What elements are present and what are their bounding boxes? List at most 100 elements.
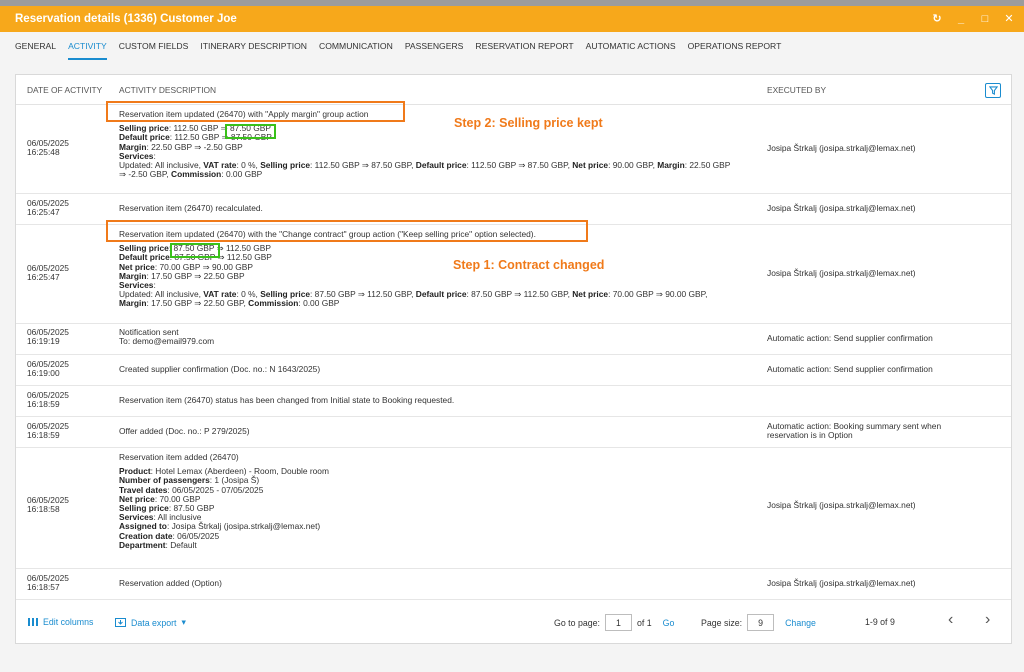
export-icon [115, 618, 126, 627]
activity-time: 16:25:47 [27, 272, 60, 283]
chevron-down-icon: ▾ [181, 617, 186, 627]
page-size-label: Page size: [701, 617, 743, 628]
activity-time: 16:25:47 [27, 207, 60, 218]
maximize-icon[interactable]: □ [980, 13, 990, 25]
executed-by: Automatic action: Send supplier confirma… [767, 364, 933, 374]
data-export-button[interactable]: Data export ▾ [115, 617, 186, 628]
header-executed-by[interactable]: EXECUTED BY [767, 85, 826, 95]
description-line: Margin: 22.50 GBP ⇒ -2.50 GBP [119, 141, 243, 152]
description-line: Reservation added (Option) [119, 578, 222, 588]
tab-general[interactable]: GENERAL [15, 32, 56, 60]
activity-datetime: 06/05/2025 16:25:47 [27, 198, 107, 218]
activity-datetime: 06/05/2025 16:25:47 [27, 263, 107, 283]
go-to-page-label: Go to page: [554, 617, 600, 628]
description-line: Reservation item (26470) status has been… [119, 395, 455, 405]
table-body: 06/05/2025 16:25:48 Reservation item updat… [16, 105, 1011, 600]
activity-description: Reservation item added (26470) Product: H… [119, 452, 759, 550]
executed-by: Josipa Štrkalj (josipa.strkalj@lemax.net… [767, 268, 916, 278]
description-line: Selling price: 87.50 GBP [119, 503, 215, 514]
description-line: Created supplier confirmation (Doc. no.:… [119, 364, 321, 374]
executed-by: Josipa Štrkalj (josipa.strkalj@lemax.net… [767, 500, 916, 510]
activity-time: 16:18:58 [27, 504, 60, 515]
activity-datetime: 06/05/2025 16:19:00 [27, 359, 107, 379]
table-row[interactable]: 06/05/2025 16:18:59 Offer added (Doc. no.:… [16, 417, 1011, 448]
executed-by: Automatic action: Booking summary sent w… [767, 421, 942, 441]
activity-datetime: 06/05/2025 16:18:57 [27, 573, 107, 593]
activity-datetime: 06/05/2025 16:25:48 [27, 138, 107, 158]
tab-custom-fields[interactable]: CUSTOM FIELDS [119, 32, 189, 60]
description-line: Department: Default [119, 539, 197, 550]
tab-activity[interactable]: ACTIVITY [68, 32, 107, 60]
filter-button[interactable] [985, 83, 1001, 98]
tab-operations-report[interactable]: OPERATIONS REPORT [688, 32, 782, 60]
edit-columns-button[interactable]: Edit columns [28, 617, 93, 627]
table-footer: Edit columns Data export ▾ Go to page: 1… [16, 605, 1011, 643]
edit-columns-label: Edit columns [43, 617, 94, 627]
header-date[interactable]: DATE OF ACTIVITY [27, 85, 102, 95]
minimize-icon[interactable]: _ [956, 13, 966, 25]
tab-passengers[interactable]: PASSENGERS [405, 32, 464, 60]
description-line: To: demo@email979.com [119, 336, 215, 347]
description-line: ⇒ -2.50 GBP, Commission: 0.00 GBP [119, 169, 263, 180]
description-line: Offer added (Doc. no.: P 279/2025) [119, 426, 250, 436]
description-line: Creation date: 06/05/2025 [119, 530, 220, 541]
activity-description: Created supplier confirmation (Doc. no.:… [119, 364, 759, 374]
activity-time: 16:18:59 [27, 430, 60, 441]
activity-time: 16:19:19 [27, 336, 60, 347]
executed-by: Automatic action: Send supplier confirma… [767, 333, 933, 343]
change-button[interactable]: Change [785, 618, 816, 628]
data-export-label: Data export [131, 617, 177, 628]
page-size-input[interactable]: 9 [747, 614, 775, 631]
table-row[interactable]: 06/05/2025 16:18:57 Reservation added (Opt… [16, 569, 1011, 600]
annotation-box-step2 [106, 101, 405, 122]
tab-bar: GENERAL ACTIVITY CUSTOM FIELDS ITINERARY… [0, 32, 1024, 60]
table-row[interactable]: 06/05/2025 16:18:59 Reservation item (2647… [16, 386, 1011, 417]
tab-communication[interactable]: COMMUNICATION [319, 32, 393, 60]
executed-by: Josipa Štrkalj (josipa.strkalj@lemax.net… [767, 578, 916, 588]
highlight-box-selling-price-old [170, 243, 220, 258]
description-line: Travel dates: 06/05/2025 - 07/05/2025 [119, 484, 264, 495]
description-line: Margin: 17.50 GBP ⇒ 22.50 GBP [119, 270, 245, 281]
description-line: Reservation item added (26470) [119, 452, 239, 462]
activity-description: Reservation item (26470) status has been… [119, 395, 759, 405]
chevron-right-icon[interactable]: › [985, 611, 990, 629]
page-range: 1-9 of 9 [865, 617, 895, 627]
table-row[interactable]: 06/05/2025 16:18:58 Reservation item added… [16, 448, 1011, 569]
annotation-step2-label: Step 2: Selling price kept [454, 116, 603, 130]
activity-description: Offer added (Doc. no.: P 279/2025) [119, 426, 759, 436]
activity-time: 16:25:48 [27, 147, 60, 158]
annotation-step1-label: Step 1: Contract changed [453, 258, 605, 272]
close-icon[interactable]: ✕ [1004, 13, 1014, 25]
activity-datetime: 06/05/2025 16:18:59 [27, 390, 107, 410]
activity-time: 16:18:57 [27, 582, 60, 593]
table-row[interactable]: 06/05/2025 16:19:00 Created supplier confi… [16, 355, 1011, 386]
window-title: Reservation details (1336) Customer Joe [15, 13, 237, 25]
header-description[interactable]: ACTIVITY DESCRIPTION [119, 85, 216, 95]
refresh-icon[interactable]: ↻ [932, 13, 942, 25]
tab-reservation-report[interactable]: RESERVATION REPORT [475, 32, 573, 60]
go-button[interactable]: Go [663, 618, 675, 628]
description-line: Notification sent [119, 327, 179, 337]
activity-datetime: 06/05/2025 16:18:58 [27, 495, 107, 515]
go-to-page: Go to page: 1 of 1 Go [554, 614, 674, 631]
filter-icon [988, 86, 998, 95]
activity-description: Notification sent To: demo@email979.com [119, 327, 759, 347]
titlebar: Reservation details (1336) Customer Joe … [0, 6, 1024, 32]
activity-panel: DATE OF ACTIVITY ACTIVITY DESCRIPTION EX… [15, 74, 1012, 644]
chevron-left-icon[interactable]: ‹ [948, 611, 953, 629]
activity-datetime: 06/05/2025 16:18:59 [27, 421, 107, 441]
activity-time: 16:19:00 [27, 368, 60, 379]
table-row[interactable]: 06/05/2025 16:19:19 Notification sent To: d… [16, 324, 1011, 355]
annotation-box-step1 [106, 220, 588, 242]
activity-datetime: 06/05/2025 16:19:19 [27, 327, 107, 347]
window-controls: ↻ _ □ ✕ [932, 13, 1014, 25]
tab-itinerary-description[interactable]: ITINERARY DESCRIPTION [200, 32, 307, 60]
activity-time: 16:18:59 [27, 399, 60, 410]
columns-icon [28, 618, 38, 626]
page-input[interactable]: 1 [604, 614, 632, 631]
description-line: Margin: 17.50 GBP ⇒ 22.50 GBP, Commissio… [119, 298, 340, 309]
highlight-box-selling-price-new [225, 124, 276, 139]
executed-by: Josipa Štrkalj (josipa.strkalj@lemax.net… [767, 143, 916, 153]
tab-automatic-actions[interactable]: AUTOMATIC ACTIONS [586, 32, 676, 60]
executed-by: Josipa Štrkalj (josipa.strkalj@lemax.net… [767, 203, 916, 213]
